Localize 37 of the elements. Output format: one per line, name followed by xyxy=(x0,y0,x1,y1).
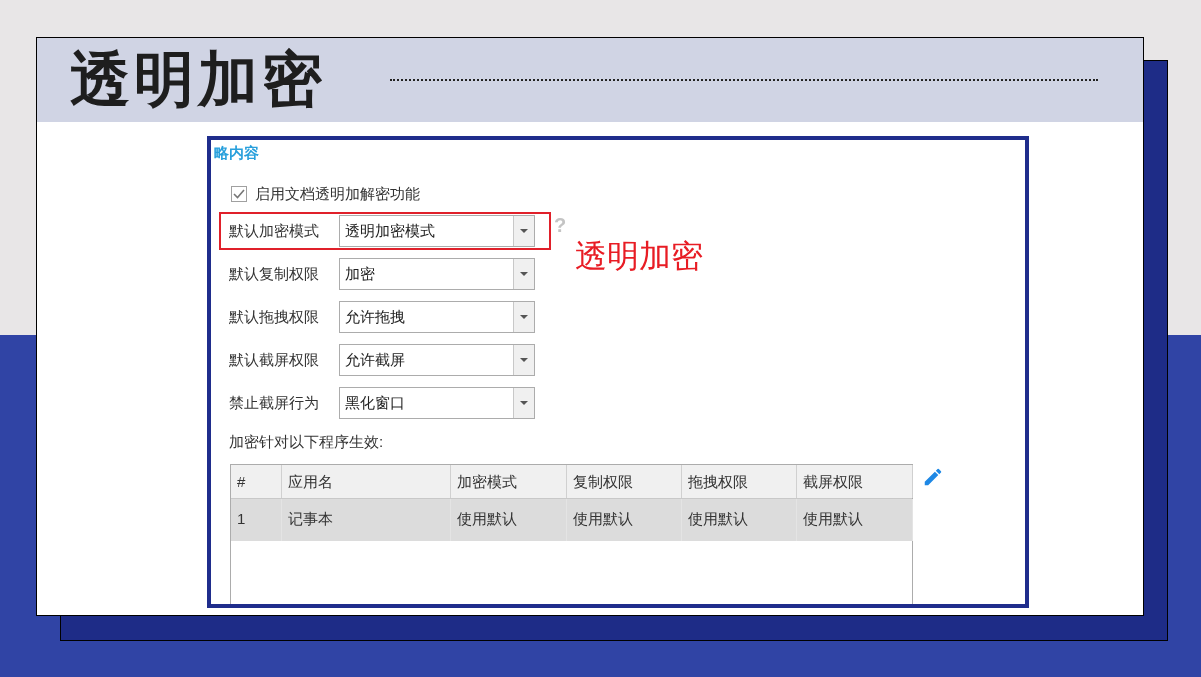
setting-label: 默认截屏权限 xyxy=(229,350,320,370)
column-header[interactable]: 加密模式 xyxy=(451,465,567,498)
caret-icon xyxy=(513,216,534,246)
section-title: 略内容 xyxy=(213,143,259,163)
slide-title: 透明加密 xyxy=(70,50,326,110)
table-cell: 记事本 xyxy=(282,499,451,541)
table-cell: 使用默认 xyxy=(682,499,797,541)
edit-icon[interactable] xyxy=(922,466,944,488)
caret-icon xyxy=(513,388,534,418)
setting-label: 默认拖拽权限 xyxy=(229,307,320,327)
dropdown[interactable]: 黑化窗口 xyxy=(339,387,535,419)
table-cell: 使用默认 xyxy=(797,499,913,541)
setting-label: 禁止截屏行为 xyxy=(229,393,320,413)
caret-icon xyxy=(513,345,534,375)
caret-icon xyxy=(513,302,534,332)
dropdown[interactable]: 允许截屏 xyxy=(339,344,535,376)
column-header[interactable]: # xyxy=(231,465,282,498)
table-cell: 使用默认 xyxy=(567,499,682,541)
setting-label: 默认加密模式 xyxy=(229,221,320,241)
caret-icon xyxy=(513,259,534,289)
table-cell: 1 xyxy=(231,499,282,541)
table-row[interactable]: 1 记事本 使用默认 使用默认 使用默认 使用默认 xyxy=(231,499,912,541)
checkbox-label: 启用文档透明加解密功能 xyxy=(255,184,420,204)
checkmark-icon xyxy=(233,189,245,199)
program-label: 加密针对以下程序生效: xyxy=(229,432,384,452)
dropdown[interactable]: 允许拖拽 xyxy=(339,301,535,333)
table-cell: 使用默认 xyxy=(451,499,567,541)
column-header[interactable]: 复制权限 xyxy=(567,465,682,498)
help-mark: ? xyxy=(554,214,567,236)
column-header[interactable]: 截屏权限 xyxy=(797,465,913,498)
column-header[interactable]: 拖拽权限 xyxy=(682,465,797,498)
checkbox[interactable] xyxy=(231,186,247,202)
setting-label: 默认复制权限 xyxy=(229,264,320,284)
annotation-text: 透明加密 xyxy=(575,237,703,276)
column-header[interactable]: 应用名 xyxy=(282,465,451,498)
dropdown[interactable]: 加密 xyxy=(339,258,535,290)
dropdown[interactable]: 透明加密模式 xyxy=(339,215,535,247)
